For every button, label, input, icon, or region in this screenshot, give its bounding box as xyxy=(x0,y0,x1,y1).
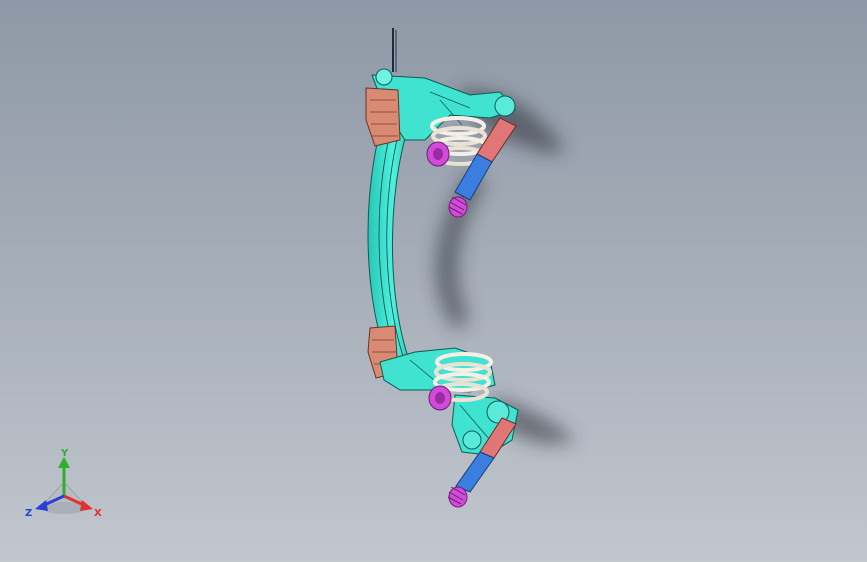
cad-graphics-viewport[interactable]: Y X Z xyxy=(0,0,867,562)
upper-bracket xyxy=(365,87,401,147)
rear-suspension-assembly-model[interactable] xyxy=(0,0,867,562)
x-axis-label: X xyxy=(94,508,102,519)
y-axis-label: Y xyxy=(60,448,69,459)
z-axis-label: Z xyxy=(25,508,32,519)
coordinate-triad: Y X Z xyxy=(25,448,102,519)
top-rod xyxy=(392,28,397,72)
